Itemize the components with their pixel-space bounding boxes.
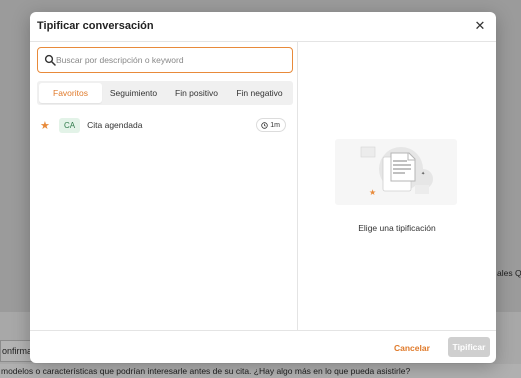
tab-favoritos[interactable]: Favoritos xyxy=(39,83,102,103)
modal-header: Tipificar conversación ✕ xyxy=(30,12,496,42)
clock-icon xyxy=(261,121,268,129)
tab-fin-positivo[interactable]: Fin positivo xyxy=(165,83,228,103)
tab-fin-negativo[interactable]: Fin negativo xyxy=(228,83,291,103)
modal-title: Tipificar conversación xyxy=(37,20,154,32)
star-icon[interactable]: ★ xyxy=(40,119,54,132)
search-field[interactable] xyxy=(37,47,293,73)
close-icon[interactable]: ✕ xyxy=(473,19,487,33)
tipificar-button[interactable]: Tipificar xyxy=(448,337,490,357)
list-item[interactable]: ★ CA Cita agendada 1m xyxy=(37,114,293,136)
time-badge: 1m xyxy=(256,118,286,132)
empty-state-text: Elige una tipificación xyxy=(358,223,436,233)
background-side-text: ales Qu xyxy=(497,268,521,278)
cancel-button[interactable]: Cancelar xyxy=(394,338,430,358)
tab-seguimiento[interactable]: Seguimiento xyxy=(102,83,165,103)
svg-text:★: ★ xyxy=(369,188,376,197)
tipificar-modal: Tipificar conversación ✕ Favoritos Segui… xyxy=(30,12,496,363)
modal-footer: Cancelar Tipificar xyxy=(30,330,496,363)
tabs-bar: Favoritos Seguimiento Fin positivo Fin n… xyxy=(37,81,293,105)
background-message-line: modelos o características que podrían in… xyxy=(0,364,521,378)
svg-text:✦: ✦ xyxy=(421,171,425,177)
list-item-label: Cita agendada xyxy=(87,120,143,130)
modal-body: Favoritos Seguimiento Fin positivo Fin n… xyxy=(30,42,496,330)
time-badge-label: 1m xyxy=(270,121,280,129)
code-badge: CA xyxy=(59,117,81,133)
left-pane: Favoritos Seguimiento Fin positivo Fin n… xyxy=(30,42,298,330)
search-icon xyxy=(44,54,56,66)
right-pane: ★ ✦ Elige una tipificación xyxy=(298,42,496,330)
search-input[interactable] xyxy=(56,52,286,68)
empty-state-illustration: ★ ✦ xyxy=(335,139,457,205)
